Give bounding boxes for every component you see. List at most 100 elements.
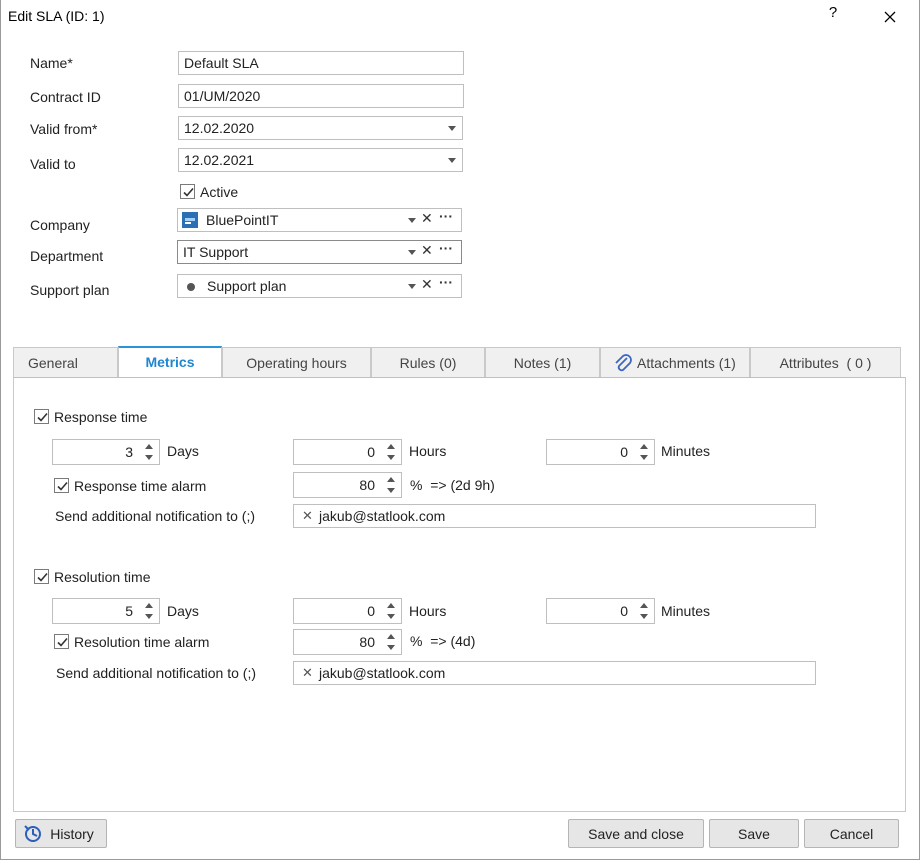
resolution-time-label: Resolution time: [54, 569, 151, 585]
spin-down-icon[interactable]: [145, 455, 153, 460]
response-hours-unit: Hours: [409, 443, 447, 459]
name-field[interactable]: Default SLA: [178, 51, 464, 75]
company-label: Company: [30, 217, 90, 233]
name-value: Default SLA: [184, 55, 259, 71]
resolution-alarm-checkbox[interactable]: [54, 634, 69, 649]
response-alarm-checkbox[interactable]: [54, 478, 69, 493]
chevron-down-icon[interactable]: [408, 218, 416, 223]
tab-general[interactable]: General: [13, 347, 118, 378]
tab-notes[interactable]: Notes (1): [485, 347, 600, 378]
response-notify-label: Send additional notification to (;): [55, 508, 256, 524]
resolution-hours-unit: Hours: [409, 603, 447, 619]
dot-icon: [187, 283, 195, 291]
spin-down-icon[interactable]: [145, 614, 153, 619]
help-icon[interactable]: ?: [823, 4, 843, 28]
tab-attributes[interactable]: Attributes ( 0 ): [750, 347, 901, 378]
history-button[interactable]: History: [15, 819, 107, 848]
response-alarm-spinner[interactable]: 80: [293, 472, 402, 498]
contract-id-value: 01/UM/2020: [184, 88, 261, 104]
checkmark-icon: [37, 412, 48, 422]
email-tag: jakub@statlook.com: [319, 665, 446, 681]
support-plan-lookup[interactable]: Support plan ✕ ···: [177, 274, 462, 298]
response-alarm-suffix: % => (2d 9h): [410, 477, 495, 493]
name-label: Name*: [30, 55, 73, 71]
clear-icon[interactable]: ✕: [421, 276, 433, 293]
active-checkbox[interactable]: [180, 184, 195, 199]
resolution-minutes-spinner[interactable]: 0: [546, 598, 655, 624]
close-icon[interactable]: [877, 4, 903, 30]
department-lookup[interactable]: IT Support ✕ ···: [177, 240, 462, 264]
checkmark-icon: [183, 187, 194, 197]
resolution-minutes-unit: Minutes: [661, 603, 711, 619]
response-alarm-label: Response time alarm: [74, 478, 207, 494]
more-icon[interactable]: ···: [439, 208, 453, 224]
support-plan-label: Support plan: [30, 282, 110, 298]
chevron-down-icon[interactable]: [448, 158, 456, 163]
contract-id-label: Contract ID: [30, 89, 101, 105]
clear-icon[interactable]: ✕: [421, 242, 433, 259]
spin-up-icon[interactable]: [387, 634, 395, 639]
resolution-notify-input[interactable]: ✕ jakub@statlook.com: [293, 661, 816, 685]
tab-operating-hours[interactable]: Operating hours: [222, 347, 371, 378]
resolution-hours-spinner[interactable]: 0: [293, 598, 402, 624]
spin-down-icon[interactable]: [387, 488, 395, 493]
response-minutes-spinner[interactable]: 0: [546, 439, 655, 465]
cancel-button[interactable]: Cancel: [804, 819, 899, 848]
response-notify-input[interactable]: ✕ jakub@statlook.com: [293, 504, 816, 528]
valid-to-label: Valid to: [30, 156, 76, 172]
company-lookup[interactable]: BluePointIT ✕ ···: [177, 208, 462, 232]
save-and-close-button[interactable]: Save and close: [568, 819, 704, 848]
resolution-alarm-suffix: % => (4d): [410, 633, 476, 649]
spin-down-icon[interactable]: [387, 455, 395, 460]
resolution-notify-label: Send additional notification to (;): [56, 665, 257, 681]
response-hours-spinner[interactable]: 0: [293, 439, 402, 465]
remove-tag-icon[interactable]: ✕: [302, 508, 313, 524]
remove-tag-icon[interactable]: ✕: [302, 665, 313, 681]
paperclip-icon: [613, 353, 633, 378]
checkmark-icon: [57, 637, 68, 647]
company-logo-icon: [182, 212, 198, 228]
tab-rules[interactable]: Rules (0): [371, 347, 485, 378]
valid-to-value: 12.02.2021: [184, 152, 255, 168]
chevron-down-icon[interactable]: [408, 250, 416, 255]
spin-up-icon[interactable]: [387, 603, 395, 608]
save-button[interactable]: Save: [709, 819, 799, 848]
edit-sla-dialog: Edit SLA (ID: 1) ? Name* Default SLA Con…: [0, 0, 920, 860]
chevron-down-icon[interactable]: [408, 284, 416, 289]
more-icon[interactable]: ···: [439, 274, 453, 290]
valid-to-date-picker[interactable]: 12.02.2021: [178, 148, 463, 172]
spin-up-icon[interactable]: [387, 444, 395, 449]
spin-up-icon[interactable]: [387, 477, 395, 482]
response-days-spinner[interactable]: 3: [52, 439, 160, 465]
spin-up-icon[interactable]: [145, 603, 153, 608]
contract-id-field[interactable]: 01/UM/2020: [178, 84, 464, 108]
chevron-down-icon[interactable]: [448, 126, 456, 131]
resolution-time-checkbox[interactable]: [34, 569, 49, 584]
spin-up-icon[interactable]: [640, 444, 648, 449]
email-tag: jakub@statlook.com: [319, 508, 446, 524]
spin-down-icon[interactable]: [387, 614, 395, 619]
spin-down-icon[interactable]: [640, 614, 648, 619]
title-bar: Edit SLA (ID: 1) ?: [1, 0, 919, 34]
company-value: BluePointIT: [206, 212, 279, 228]
tab-attachments[interactable]: Attachments (1): [600, 347, 750, 378]
clear-icon[interactable]: ✕: [421, 210, 433, 227]
resolution-alarm-label: Resolution time alarm: [74, 634, 210, 650]
support-plan-value: Support plan: [207, 278, 287, 294]
more-icon[interactable]: ···: [439, 240, 453, 256]
department-label: Department: [30, 248, 104, 264]
spin-down-icon[interactable]: [640, 455, 648, 460]
tab-strip: General Metrics Operating hours Rules (0…: [13, 346, 905, 379]
valid-from-date-picker[interactable]: 12.02.2020: [178, 116, 463, 140]
window-title: Edit SLA (ID: 1): [8, 8, 105, 24]
resolution-days-spinner[interactable]: 5: [52, 598, 160, 624]
resolution-alarm-spinner[interactable]: 80: [293, 629, 402, 655]
spin-up-icon[interactable]: [640, 603, 648, 608]
tab-metrics[interactable]: Metrics: [118, 346, 222, 379]
response-minutes-unit: Minutes: [661, 443, 711, 459]
department-value: IT Support: [183, 244, 249, 260]
checkmark-icon: [57, 481, 68, 491]
spin-down-icon[interactable]: [387, 645, 395, 650]
response-time-checkbox[interactable]: [34, 409, 49, 424]
spin-up-icon[interactable]: [145, 444, 153, 449]
